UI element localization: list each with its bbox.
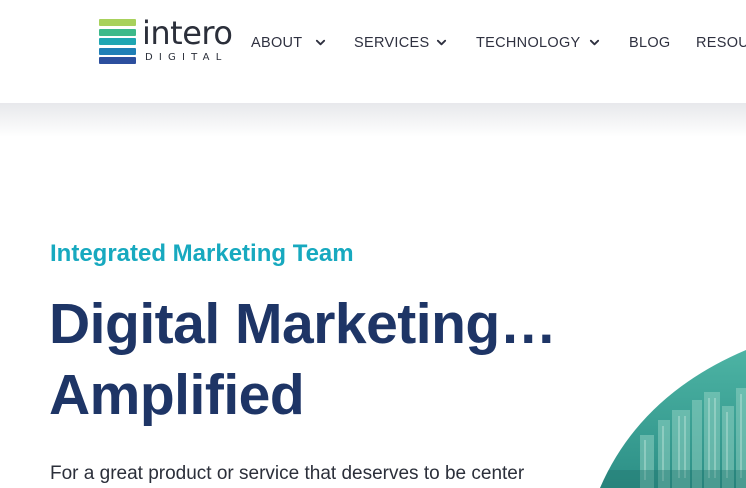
hero-headline-line2: Amplified (49, 363, 305, 427)
nav-item-technology[interactable]: TECHNOLOGY (476, 33, 600, 53)
logo-bars-icon (99, 19, 136, 64)
logo-bar (99, 28, 136, 36)
hero-headline-line1: Digital Marketing… (49, 292, 557, 356)
nav-item-resources[interactable]: RESOU (696, 33, 746, 53)
nav-item-label: RESOU (696, 35, 746, 51)
nav-item-label: SERVICES (354, 35, 430, 51)
logo-bar (99, 19, 136, 26)
hero-intro: For a great product or service that dese… (50, 463, 525, 484)
nav-item-label: TECHNOLOGY (476, 35, 581, 51)
nav-item-label: ABOUT (251, 35, 303, 51)
chevron-down-icon (589, 39, 600, 46)
logo-bar (99, 38, 136, 45)
chevron-down-icon (315, 39, 326, 46)
nav-item-label: BLOG (629, 35, 671, 51)
nav-item-services[interactable]: SERVICES (354, 33, 447, 53)
chevron-down-icon (436, 39, 447, 46)
logo-bar (99, 47, 136, 55)
hero-eyebrow: Integrated Marketing Team (50, 240, 354, 267)
logo-bar (99, 57, 136, 64)
header-shadow (0, 103, 746, 137)
site-header: intero DIGITAL ABOUT SERVICES TECHNOLOGY (0, 0, 746, 103)
city-skyline-image-graphic (600, 350, 746, 488)
logo[interactable]: intero DIGITAL (99, 14, 239, 65)
nav-item-blog[interactable]: BLOG (629, 33, 671, 53)
logo-subword: DIGITAL (145, 52, 228, 63)
page: intero DIGITAL ABOUT SERVICES TECHNOLOGY (0, 0, 746, 488)
hero-headline: Digital Marketing… Amplified (49, 289, 557, 431)
nav-item-about[interactable]: ABOUT (251, 33, 326, 53)
city-skyline-image (600, 340, 746, 488)
logo-wordmark: intero (142, 14, 233, 52)
